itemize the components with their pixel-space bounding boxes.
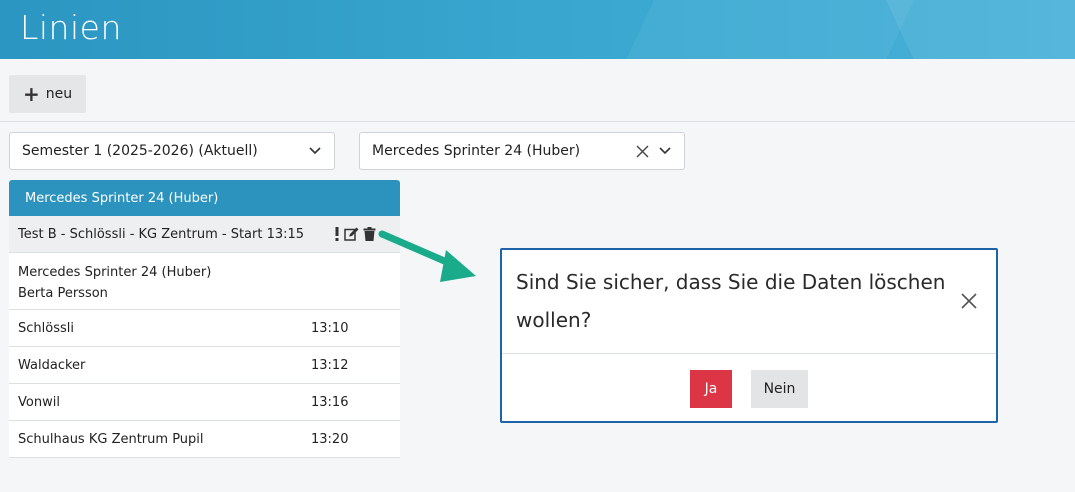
edit-icon[interactable]	[344, 227, 359, 241]
route-info: Mercedes Sprinter 24 (Huber) Berta Perss…	[9, 253, 400, 310]
page-title: Linien	[20, 8, 122, 47]
confirm-yes-button[interactable]: Ja	[690, 369, 732, 408]
dialog-message: Sind Sie sicher, dass Sie die Daten lösc…	[516, 270, 946, 332]
semester-select-value: Semester 1 (2025-2026) (Aktuell)	[22, 143, 258, 159]
plus-icon: +	[22, 82, 40, 106]
stop-time: 13:20	[311, 431, 349, 447]
route-row[interactable]: Test B - Schlössli - KG Zentrum - Start …	[9, 216, 400, 253]
clear-icon[interactable]	[634, 143, 650, 159]
line-card: Mercedes Sprinter 24 (Huber) Test B - Sc…	[9, 180, 400, 458]
stop-time: 13:12	[311, 357, 349, 373]
stop-name: Schlössli	[18, 320, 74, 336]
new-button[interactable]: + neu	[9, 75, 86, 113]
vehicle-select-value: Mercedes Sprinter 24 (Huber)	[372, 143, 581, 159]
route-vehicle: Mercedes Sprinter 24 (Huber)	[18, 265, 212, 280]
chevron-down-icon[interactable]	[658, 144, 672, 158]
stop-row: Schulhaus KG Zentrum Pupil 13:20	[9, 421, 400, 458]
semester-select[interactable]: Semester 1 (2025-2026) (Aktuell)	[9, 132, 335, 170]
stop-row: Schlössli 13:10	[9, 310, 400, 347]
chevron-down-icon	[308, 144, 322, 158]
stop-row: Waldacker 13:12	[9, 347, 400, 384]
new-button-label: neu	[45, 86, 73, 102]
stop-name: Schulhaus KG Zentrum Pupil	[18, 431, 204, 447]
route-driver: Berta Persson	[18, 286, 108, 301]
stop-time: 13:16	[311, 394, 349, 410]
stop-row: Vonwil 13:16	[9, 384, 400, 421]
confirm-no-button[interactable]: Nein	[751, 369, 808, 408]
stop-name: Vonwil	[18, 394, 60, 410]
trash-icon[interactable]	[363, 227, 376, 241]
route-label: Test B - Schlössli - KG Zentrum - Start …	[18, 226, 305, 242]
line-card-title: Mercedes Sprinter 24 (Huber)	[9, 180, 400, 216]
divider	[0, 121, 1075, 122]
delete-confirm-dialog: Sind Sie sicher, dass Sie die Daten lösc…	[500, 248, 998, 423]
exclamation-icon[interactable]	[334, 227, 340, 241]
close-icon[interactable]	[958, 290, 980, 312]
stop-name: Waldacker	[18, 357, 86, 373]
app-header: Linien	[0, 0, 1075, 59]
pointer-arrow-icon	[378, 230, 476, 282]
stop-time: 13:10	[311, 320, 349, 336]
header-decoration	[607, 0, 933, 59]
vehicle-select[interactable]: Mercedes Sprinter 24 (Huber)	[359, 132, 685, 170]
